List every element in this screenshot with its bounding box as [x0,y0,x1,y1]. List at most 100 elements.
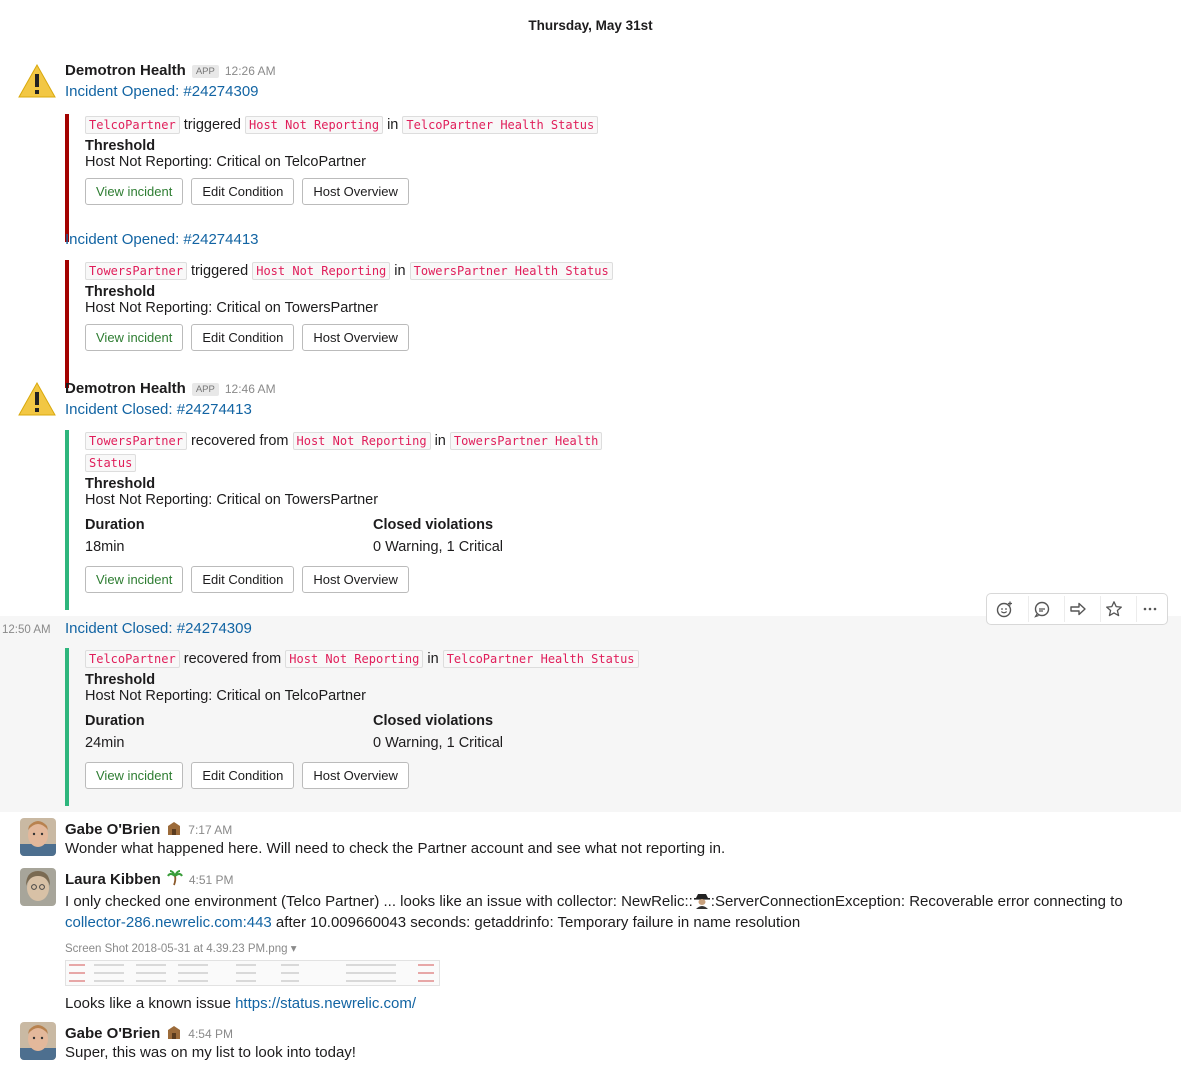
summary-in: in [387,117,399,133]
status-emoji-icon[interactable] [166,820,182,836]
incident-attachment: TelcoPartner triggered Host Not Reportin… [65,114,599,242]
view-incident-button[interactable]: View incident [85,566,184,593]
policy-code: Status [85,454,137,472]
message-time[interactable]: 12:26 AM [225,64,276,78]
threshold-title: Threshold [85,672,156,688]
summary-verb: triggered [190,263,249,279]
avatar[interactable] [20,818,56,856]
spy-emoji-icon [693,894,710,909]
summary-in: in [427,651,439,667]
incident-link[interactable]: Incident Closed: #24274309 [65,620,252,637]
message-text: Looks like a known issue https://status.… [65,995,416,1012]
chevron-down-icon[interactable]: ▾ [291,943,297,955]
threshold-value: Host Not Reporting: Critical on TelcoPar… [85,688,366,704]
sender-name[interactable]: Gabe O'Brien [65,1025,160,1042]
user-message: Gabe O'Brien 4:54 PM Super, this was on … [0,1018,1181,1074]
incident-summary: TowersPartner triggered Host Not Reporti… [85,260,613,282]
incident-attachment: TowersPartner triggered Host Not Reporti… [65,260,613,388]
duration-title: Duration [85,713,145,729]
closed-violations-value: 0 Warning, 1 Critical [373,735,504,751]
avatar[interactable] [20,868,56,906]
entity-code: TelcoPartner [85,116,180,134]
host-overview-button[interactable]: Host Overview [302,324,409,351]
sender-name[interactable]: Demotron Health [65,380,186,397]
file-name-text: Screen Shot 2018-05-31 at 4.39.23 PM.png [65,943,288,955]
message-time[interactable]: 4:51 PM [189,873,234,887]
sender-name[interactable]: Demotron Health [65,62,186,79]
star-icon[interactable] [1100,596,1126,622]
status-emoji-icon[interactable] [166,1024,182,1040]
message-time[interactable]: 4:54 PM [188,1027,233,1041]
screenshot-thumbnail[interactable] [65,960,440,986]
message-time[interactable]: 12:50 AM [2,624,51,636]
incident-attachment: TowersPartner recovered from Host Not Re… [65,430,661,610]
threshold-value: Host Not Reporting: Critical on TowersPa… [85,492,379,508]
reply-thread-icon[interactable] [1028,596,1054,622]
threshold-title: Threshold [85,138,156,154]
view-incident-button[interactable]: View incident [85,178,184,205]
message-header: Laura Kibben 4:51 PM [65,868,234,888]
summary-in: in [394,263,406,279]
sender-name[interactable]: Gabe O'Brien [65,821,160,838]
summary-in: in [434,433,446,449]
more-actions-icon[interactable] [1136,596,1162,622]
edit-condition-button[interactable]: Edit Condition [191,178,295,205]
policy-code: TowersPartner Health [449,432,603,450]
policy-code: TelcoPartner Health Status [402,116,599,134]
message-text: Super, this was on my list to look into … [65,1044,356,1061]
condition-code: Host Not Reporting [285,650,424,668]
host-overview-button[interactable]: Host Overview [302,178,409,205]
host-overview-button[interactable]: Host Overview [302,762,409,789]
threshold-title: Threshold [85,476,156,492]
file-name[interactable]: Screen Shot 2018-05-31 at 4.39.23 PM.png… [65,941,296,955]
incident-attachment: TelcoPartner recovered from Host Not Rep… [65,648,661,806]
entity-code: TowersPartner [85,432,187,450]
user-message: Gabe O'Brien 7:17 AM Wonder what happene… [0,814,1181,864]
bot-message: Demotron Health APP 12:26 AM Incident Op… [0,58,1181,388]
warning-icon[interactable] [18,382,56,416]
message-time[interactable]: 7:17 AM [188,823,232,837]
user-message: Laura Kibben 4:51 PM I only checked one … [0,864,1181,1016]
add-reaction-icon[interactable] [992,596,1018,622]
message-time[interactable]: 12:46 AM [225,382,276,396]
message-text: collector-286.newrelic.com:443 after 10.… [65,914,800,931]
closed-violations-title: Closed violations [373,517,494,533]
bot-message-hovered: 12:50 AM Incident Closed: #24274309 Telc… [0,616,1181,812]
summary-verb: triggered [183,117,241,133]
bot-message: Demotron Health APP 12:46 AM Incident Cl… [0,376,1181,616]
duration-value: 18min [85,539,125,555]
entity-code: TowersPartner [85,262,187,280]
view-incident-button[interactable]: View incident [85,324,184,351]
message-header: Gabe O'Brien 7:17 AM [65,818,232,838]
incident-link[interactable]: Incident Closed: #24274413 [65,401,252,418]
condition-code: Host Not Reporting [252,262,391,280]
message-text-part: I only checked one environment (Telco Pa… [65,893,693,910]
message-actions-toolbar [986,593,1168,625]
edit-condition-button[interactable]: Edit Condition [191,566,295,593]
collector-link[interactable]: collector-286.newrelic.com:443 [65,914,272,931]
incident-summary: TelcoPartner recovered from Host Not Rep… [85,648,661,670]
avatar[interactable] [20,1022,56,1060]
incident-link[interactable]: Incident Opened: #24274413 [65,231,259,248]
sender-name[interactable]: Laura Kibben [65,871,161,888]
host-overview-button[interactable]: Host Overview [302,566,409,593]
policy-code: TowersPartner Health Status [409,262,613,280]
message-header: Demotron Health APP 12:46 AM [65,380,276,397]
app-badge: APP [191,383,219,396]
entity-code: TelcoPartner [85,650,180,668]
message-header: Demotron Health APP 12:26 AM [65,62,276,79]
summary-verb: recovered from [183,651,282,667]
warning-icon[interactable] [18,64,56,98]
edit-condition-button[interactable]: Edit Condition [191,762,295,789]
message-text-part: Looks like a known issue [65,995,236,1012]
message-text: I only checked one environment (Telco Pa… [65,891,1123,910]
view-incident-button[interactable]: View incident [85,762,184,789]
threshold-value: Host Not Reporting: Critical on TelcoPar… [85,154,366,170]
palm-tree-icon[interactable] [166,870,183,886]
share-icon[interactable] [1064,596,1090,622]
incident-summary: TowersPartner recovered from Host Not Re… [85,430,661,452]
incident-link[interactable]: Incident Opened: #24274309 [65,83,259,100]
app-badge: APP [191,65,219,78]
edit-condition-button[interactable]: Edit Condition [191,324,295,351]
status-link[interactable]: https://status.newrelic.com/ [235,995,416,1012]
